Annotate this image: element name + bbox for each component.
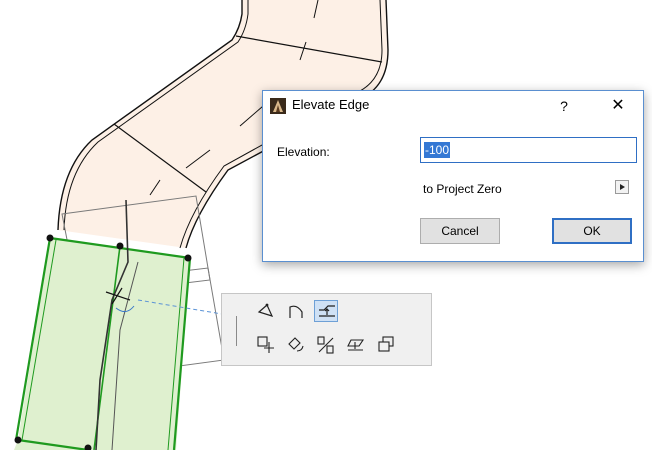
mirror-icon[interactable] [314, 334, 338, 356]
elevation-label: Elevation: [277, 145, 330, 159]
elevate-edge-icon[interactable] [314, 300, 338, 322]
dialog-title: Elevate Edge [292, 97, 370, 112]
pet-palette [221, 293, 432, 366]
ok-button[interactable]: OK [552, 218, 632, 244]
palette-separator [236, 316, 237, 346]
close-button[interactable]: ✕ [607, 95, 629, 117]
multiply-icon[interactable] [374, 334, 398, 356]
reference-dropdown-arrow-icon[interactable] [615, 180, 629, 194]
curve-edge-icon[interactable] [284, 300, 308, 322]
node-handle[interactable] [46, 234, 54, 242]
node-handle[interactable] [14, 436, 22, 444]
elevation-input[interactable]: -100 [420, 137, 637, 163]
move-icon[interactable] [254, 334, 278, 356]
rotate-icon[interactable] [284, 334, 308, 356]
insert-node-icon[interactable] [254, 300, 278, 322]
node-handle[interactable] [116, 242, 124, 250]
elevate-edge-dialog: Elevate Edge ? ✕ Elevation: -100 to Proj… [262, 90, 644, 262]
elevate-icon[interactable] [344, 334, 368, 356]
reference-level-label: to Project Zero [423, 182, 502, 196]
dialog-titlebar[interactable]: Elevate Edge ? ✕ [263, 91, 643, 121]
node-handle[interactable] [184, 254, 192, 262]
cancel-button[interactable]: Cancel [420, 218, 500, 244]
app-icon [270, 98, 286, 114]
elevation-value[interactable]: -100 [424, 142, 451, 158]
slab-selected[interactable] [14, 238, 190, 450]
help-button[interactable]: ? [553, 95, 575, 117]
